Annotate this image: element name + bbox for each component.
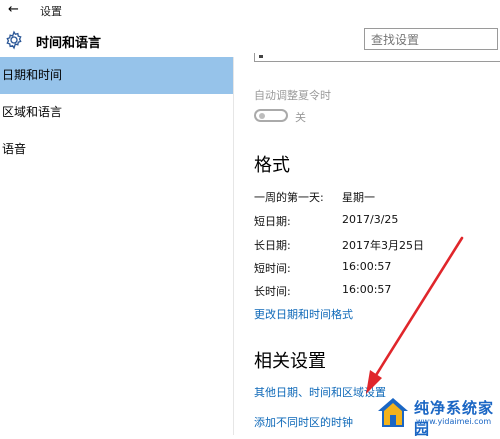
sidebar-item-speech[interactable]: 语音 <box>0 131 233 168</box>
title-bar: ← 设置 <box>0 0 500 22</box>
first-day-value: 星期一 <box>342 191 375 204</box>
dst-label: 自动调整夏令时 <box>254 89 331 102</box>
search-input[interactable] <box>365 30 499 50</box>
long-date-value: 2017年3月25日 <box>342 239 424 252</box>
other-region-settings-link[interactable]: 其他日期、时间和区域设置 <box>254 384 386 400</box>
format-section-title: 格式 <box>254 155 290 176</box>
house-logo-icon <box>378 398 408 427</box>
related-settings-title: 相关设置 <box>254 351 326 372</box>
first-day-label: 一周的第一天: <box>254 191 324 204</box>
toggle-knob <box>259 113 265 119</box>
sidebar: 日期和时间 区域和语言 语音 <box>0 57 233 435</box>
change-format-link[interactable]: 更改日期和时间格式 <box>254 306 353 322</box>
window-title: 设置 <box>40 5 62 18</box>
watermark-url: www.yidaimei.com <box>416 417 492 426</box>
page-header: 时间和语言 <box>0 22 500 57</box>
short-time-label: 短时间: <box>254 262 291 275</box>
sidebar-item-date-time[interactable]: 日期和时间 <box>0 57 233 94</box>
page-title: 时间和语言 <box>36 36 102 51</box>
main-content: 自动调整夏令时 关 格式 一周的第一天: 星期一 短日期: 2017/3/25 … <box>234 53 500 435</box>
long-time-label: 长时间: <box>254 285 291 298</box>
back-button[interactable]: ← <box>8 2 19 18</box>
long-date-label: 长日期: <box>254 239 291 252</box>
watermark: 纯净系统家园 www.yidaimei.com <box>376 390 500 438</box>
search-box[interactable] <box>364 28 499 50</box>
short-date-label: 短日期: <box>254 215 291 228</box>
short-time-value: 16:00:57 <box>342 260 392 273</box>
dst-toggle[interactable] <box>254 109 288 122</box>
gear-icon <box>6 30 22 50</box>
short-date-value: 2017/3/25 <box>342 213 399 226</box>
dst-toggle-state: 关 <box>295 111 306 124</box>
long-time-value: 16:00:57 <box>342 283 392 296</box>
sidebar-item-region-language[interactable]: 区域和语言 <box>0 94 233 131</box>
timezone-dropdown-partial[interactable] <box>254 53 500 62</box>
add-clocks-link[interactable]: 添加不同时区的时钟 <box>254 414 353 430</box>
